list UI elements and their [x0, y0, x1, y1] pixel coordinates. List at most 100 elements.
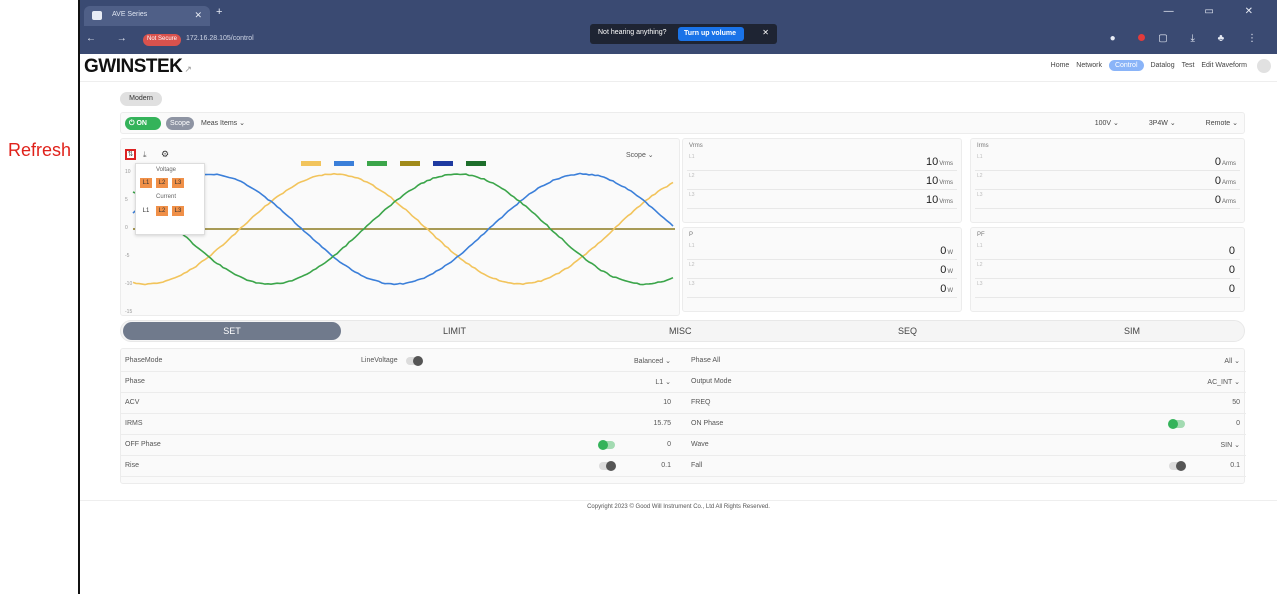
irms-value: 0Arms	[1215, 175, 1236, 187]
setting-value-right[interactable]: AC_INT ⌄	[1207, 378, 1240, 386]
extensions-icons[interactable]: ● ▢ ⤓ ♣ ⋮	[1110, 33, 1267, 44]
setting-value[interactable]: 0.1	[661, 462, 671, 469]
toast-close-icon[interactable]: ✕	[762, 28, 769, 37]
turn-up-volume-button[interactable]: Turn up volume	[678, 27, 744, 41]
main-menu: Home Network Control Datalog Test Edit W…	[1046, 62, 1247, 69]
legend-swatch[interactable]	[466, 161, 486, 166]
menu-edit-waveform[interactable]: Edit Waveform	[1201, 62, 1247, 69]
value-number: 0	[1229, 283, 1235, 295]
settings-row: PhaseMode Balanced ⌄ Phase All All ⌄ LineVol…	[121, 351, 1246, 372]
tab-seq[interactable]: SEQ	[898, 326, 917, 336]
voltage-l2-toggle[interactable]: L2	[156, 178, 168, 188]
annotation-area: Refresh	[0, 0, 80, 594]
tab-title: AVE Series	[112, 11, 147, 18]
browser-tab[interactable]: AVE Series ✕	[84, 6, 210, 26]
setting-value[interactable]: L1 ⌄	[655, 378, 671, 386]
output-on-button[interactable]: ⏻ ON	[125, 117, 161, 130]
menu-datalog[interactable]: Datalog	[1150, 62, 1174, 69]
settings-row: Rise 0.1 Fall 0.1	[121, 456, 1246, 477]
legend-swatch[interactable]	[301, 161, 321, 166]
meas-items-dropdown[interactable]: Meas Items ⌄	[201, 119, 245, 127]
remote-select[interactable]: Remote ⌄	[1206, 120, 1238, 127]
p-value: 0W	[940, 245, 953, 257]
account-avatar[interactable]	[1257, 59, 1271, 73]
scope-select[interactable]: Scope ⌄	[626, 151, 654, 159]
download-icon[interactable]: ⤓	[143, 150, 147, 160]
phase-label: L1	[977, 243, 983, 249]
on-phase-toggle[interactable]	[1169, 420, 1185, 428]
vrms-title: Vrms	[689, 143, 703, 149]
vrms-panel: Vrms L1 10Vrms L2 10Vrms L3 10Vrms	[682, 138, 962, 223]
y-tick-label: -10	[125, 281, 132, 287]
legend-swatch[interactable]	[400, 161, 420, 166]
irms-title: Irms	[977, 143, 989, 149]
legend-swatch[interactable]	[367, 161, 387, 166]
vrms-value: 10Vrms	[926, 194, 953, 206]
phase-label: L3	[689, 281, 695, 287]
setting-value-right[interactable]: 50	[1232, 399, 1240, 406]
setting-label: PhaseMode	[125, 357, 162, 364]
url-text[interactable]: 172.16.28.105/control	[186, 35, 254, 42]
scope-button[interactable]: Scope	[166, 117, 194, 130]
phase-label: L2	[977, 173, 983, 179]
channel-popup: Voltage L1 L2 L3 Current L1 L2 L3	[135, 163, 205, 235]
tab-sim[interactable]: SIM	[1124, 326, 1140, 336]
new-tab-icon[interactable]: +	[216, 6, 222, 18]
menu-home[interactable]: Home	[1051, 62, 1070, 69]
voltage-label: Voltage	[156, 167, 176, 173]
not-secure-badge[interactable]: Not Secure	[143, 34, 181, 46]
current-l2-toggle[interactable]: L2	[156, 206, 168, 216]
window-controls[interactable]: — ▭ ✕	[1164, 6, 1267, 17]
mode-badge[interactable]: Modern	[120, 92, 162, 106]
setting-value-right[interactable]: SIN ⌄	[1221, 441, 1240, 449]
setting-label-right: Wave	[691, 441, 709, 448]
wiring-select[interactable]: 3P4W ⌄	[1149, 120, 1176, 127]
off-phase-toggle[interactable]	[599, 441, 615, 449]
refresh-button[interactable]: ⇅	[125, 149, 136, 160]
voltage-range-select[interactable]: 100V ⌄	[1095, 120, 1119, 127]
y-tick-label: -5	[125, 253, 130, 259]
setting-value-right[interactable]: 0	[1236, 420, 1240, 427]
current-l3-toggle[interactable]: L3	[172, 206, 184, 216]
phase-label: L1	[689, 154, 695, 160]
setting-value[interactable]: 0	[667, 441, 671, 448]
menu-network[interactable]: Network	[1076, 62, 1102, 69]
value-unit: Vrms	[939, 161, 953, 167]
menu-control[interactable]: Control	[1109, 60, 1144, 71]
setting-label-right: Output Mode	[691, 378, 731, 385]
close-tab-icon[interactable]: ✕	[194, 10, 202, 21]
p-title: P	[689, 232, 693, 238]
tab-misc[interactable]: MISC	[669, 326, 692, 336]
current-l1-toggle[interactable]: L1	[140, 206, 152, 216]
vrms-row: L3 10Vrms	[687, 191, 957, 209]
setting-value[interactable]: Balanced ⌄	[634, 357, 671, 365]
value-number: 0	[940, 264, 946, 276]
main-content: Modern ⏻ ON Scope Meas Items ⌄ 100V ⌄ 3P…	[120, 82, 1245, 502]
setting-label: OFF Phase	[125, 441, 161, 448]
fall-toggle[interactable]	[1169, 462, 1185, 470]
setting-label-right: ON Phase	[691, 420, 723, 427]
menu-test[interactable]: Test	[1182, 62, 1195, 69]
settings-row: ACV 10 FREQ 50	[121, 393, 1246, 414]
scope-plot: 1050-5-10-15	[121, 159, 681, 315]
rise-toggle[interactable]	[599, 462, 615, 470]
voltage-l1-toggle[interactable]: L1	[140, 178, 152, 188]
value-unit: W	[947, 269, 953, 275]
value-number: 0	[1229, 245, 1235, 257]
irms-value: 0Arms	[1215, 156, 1236, 168]
vrms-value: 10Vrms	[926, 156, 953, 168]
tab-limit[interactable]: LIMIT	[443, 326, 466, 336]
setting-value-right[interactable]: 0.1	[1230, 462, 1240, 469]
phase-label: L3	[977, 192, 983, 198]
legend-swatch[interactable]	[334, 161, 354, 166]
tab-set[interactable]: SET	[123, 322, 341, 340]
legend-swatch[interactable]	[433, 161, 453, 166]
voltage-l3-toggle[interactable]: L3	[172, 178, 184, 188]
value-unit: Vrms	[939, 180, 953, 186]
setting-value-right[interactable]: All ⌄	[1224, 357, 1240, 365]
setting-value[interactable]: 10	[663, 399, 671, 406]
gear-icon[interactable]: ⚙	[161, 149, 169, 160]
on-label: ON	[136, 120, 147, 127]
line-voltage-toggle[interactable]	[406, 357, 422, 365]
setting-value[interactable]: 15.75	[653, 420, 671, 427]
